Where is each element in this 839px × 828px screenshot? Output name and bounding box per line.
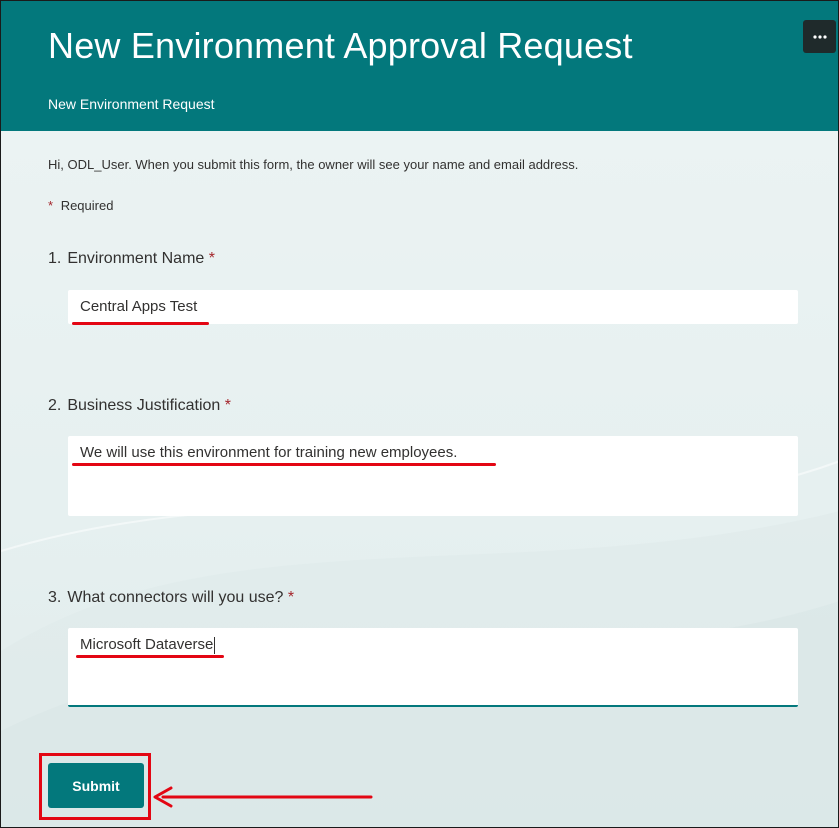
required-star: *	[287, 589, 295, 606]
required-label: Required	[60, 198, 114, 213]
question-text: Business Justification	[67, 397, 221, 414]
business-justification-value: We will use this environment for trainin…	[80, 444, 458, 461]
question-1-label: 1. Environment Name *	[48, 250, 215, 268]
intro-text: Hi, ODL_User. When you submit this form,…	[48, 157, 579, 172]
question-3-label: 3. What connectors will you use? *	[48, 589, 294, 607]
form-subtitle: New Environment Request	[48, 96, 215, 112]
annotation-underline	[72, 322, 209, 325]
environment-name-value: Central Apps Test	[80, 298, 198, 315]
form-page: New Environment Approval Request New Env…	[0, 0, 839, 828]
question-text: Environment Name	[67, 250, 205, 267]
annotation-underline	[76, 655, 224, 658]
required-star: *	[48, 198, 54, 213]
question-number: 1.	[48, 250, 62, 267]
more-options-button[interactable]	[803, 20, 836, 53]
form-title: New Environment Approval Request	[48, 25, 633, 66]
form-header: New Environment Approval Request New Env…	[1, 1, 838, 131]
question-2-label: 2. Business Justification *	[48, 397, 231, 415]
environment-name-input[interactable]: Central Apps Test	[68, 290, 798, 324]
arrow-left-icon	[153, 786, 373, 808]
text-cursor	[214, 636, 216, 654]
connectors-textarea[interactable]: Microsoft Dataverse	[68, 628, 798, 707]
required-star: *	[224, 397, 231, 414]
required-star: *	[208, 250, 215, 267]
required-note: * Required	[48, 198, 113, 213]
question-number: 3.	[48, 589, 62, 606]
business-justification-textarea[interactable]: We will use this environment for trainin…	[68, 436, 798, 516]
more-horizontal-icon	[812, 34, 827, 39]
submit-button[interactable]: Submit	[48, 763, 144, 808]
question-text: What connectors will you use?	[67, 589, 284, 606]
question-number: 2.	[48, 397, 62, 414]
connectors-value: Microsoft Dataverse	[80, 636, 214, 653]
annotation-underline	[72, 463, 496, 466]
